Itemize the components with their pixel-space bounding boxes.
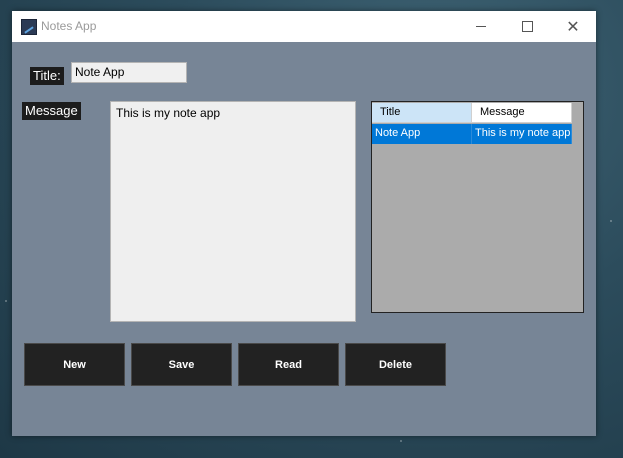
close-icon: ✕ [566, 17, 580, 36]
close-button[interactable]: ✕ [550, 11, 596, 42]
desktop-dot [5, 300, 7, 302]
window-title: Notes App [41, 19, 97, 33]
title-bar[interactable]: Notes App ✕ [12, 11, 596, 42]
title-label: Title: [30, 67, 64, 85]
app-icon [21, 19, 37, 35]
column-header-title[interactable]: Title [372, 103, 472, 123]
maximize-button[interactable] [504, 11, 550, 42]
minimize-button[interactable] [458, 11, 504, 42]
minimize-icon [476, 26, 486, 27]
column-header-message[interactable]: Message [472, 103, 572, 123]
cell-title[interactable]: Note App [372, 124, 472, 144]
title-input[interactable]: Note App [71, 62, 187, 83]
save-button[interactable]: Save [131, 343, 232, 386]
notes-app-window: Notes App ✕ Title: Note App Message This… [12, 11, 596, 436]
desktop-dot [610, 220, 612, 222]
grid-header-row: Title Message [372, 103, 572, 123]
desktop-dot [400, 440, 402, 442]
read-button[interactable]: Read [238, 343, 339, 386]
message-label: Message [22, 102, 81, 120]
cell-message[interactable]: This is my note app [472, 124, 572, 144]
maximize-icon [521, 21, 533, 32]
message-textarea[interactable]: This is my note app [110, 101, 356, 322]
delete-button[interactable]: Delete [345, 343, 446, 386]
new-button[interactable]: New [24, 343, 125, 386]
table-row[interactable]: Note App This is my note app [372, 124, 572, 144]
notes-grid[interactable]: Title Message Note App This is my note a… [371, 101, 584, 313]
